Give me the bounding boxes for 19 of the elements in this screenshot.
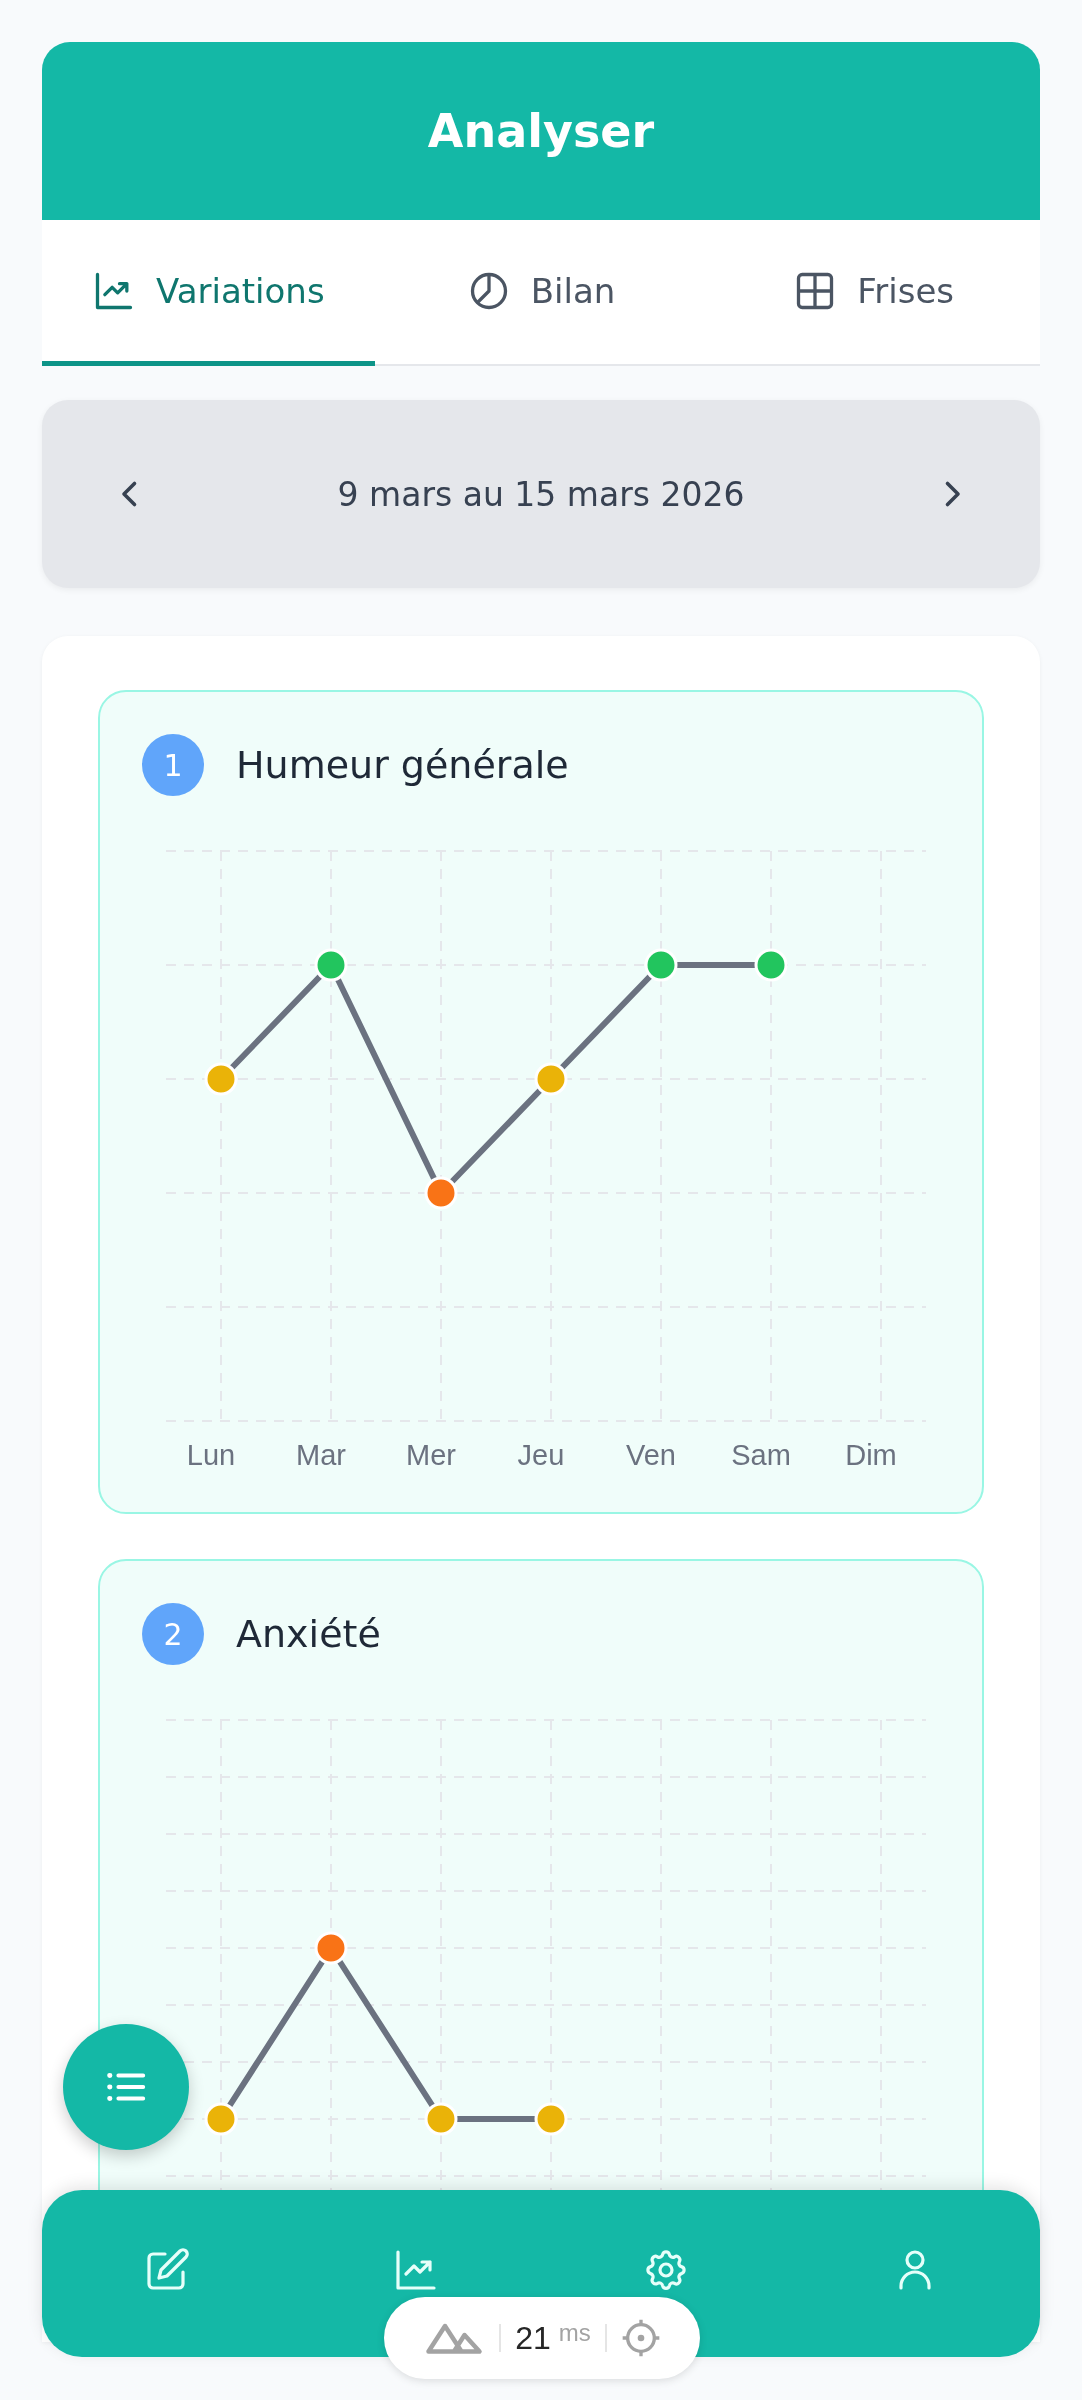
number-badge: 2 (142, 1603, 204, 1665)
axis-label: Sam (730, 1439, 792, 1472)
axis-label: Jeu (516, 1439, 566, 1472)
axis-label: Mer (405, 1439, 457, 1472)
chart-title: Anxiété (236, 1612, 381, 1656)
page-title: Analyser (427, 104, 655, 158)
axis-label: Dim (844, 1439, 898, 1472)
axis-label: Mar (295, 1439, 347, 1472)
number-badge: 1 (142, 734, 204, 796)
tab[interactable]: Frises (707, 220, 1040, 366)
axis-label: Ven (625, 1439, 677, 1472)
axis-label: Lun (185, 1439, 237, 1472)
timing-value: 21 (515, 2319, 551, 2357)
chart-title: Humeur générale (236, 743, 569, 787)
crosshair-icon[interactable] (620, 2318, 661, 2358)
date-range: 9 mars au 15 mars 2026 (337, 474, 745, 514)
timing-unit: ms (558, 2319, 591, 2347)
tab[interactable]: Bilan (374, 220, 708, 366)
tab[interactable]: Variations (42, 220, 375, 366)
